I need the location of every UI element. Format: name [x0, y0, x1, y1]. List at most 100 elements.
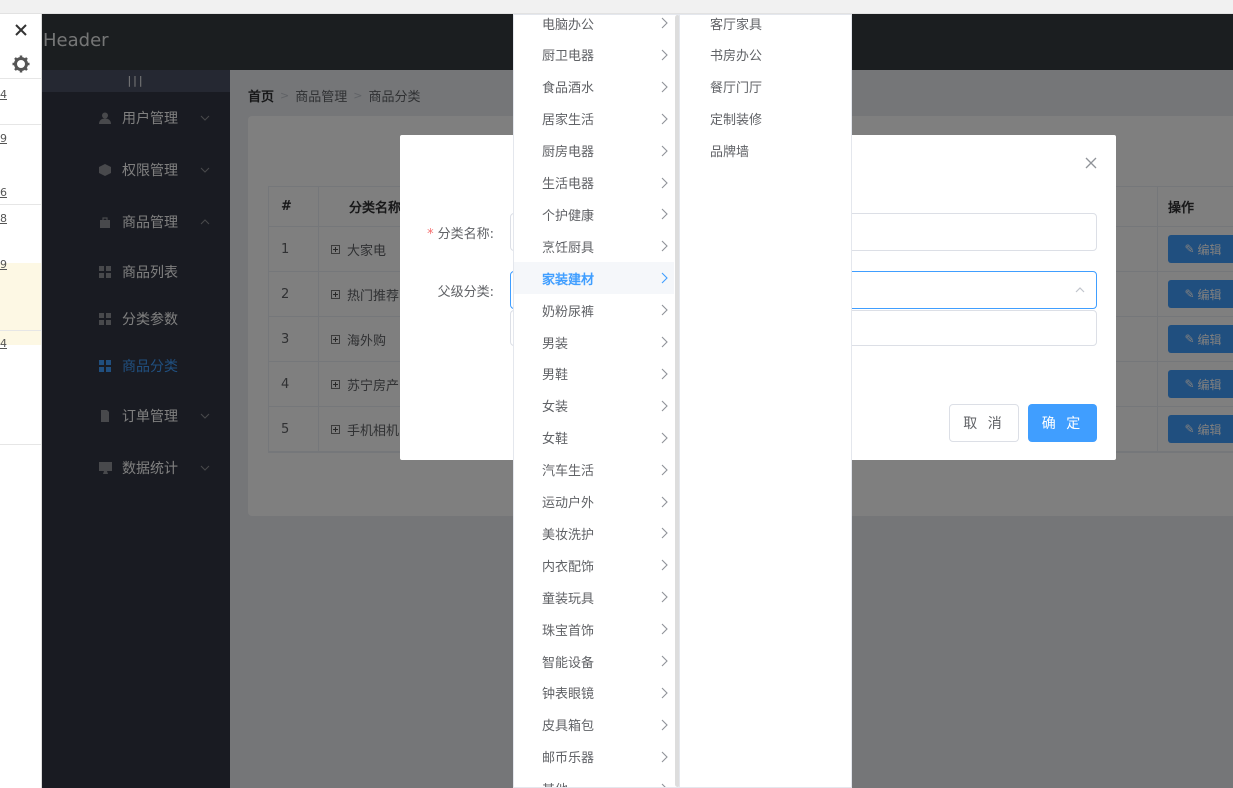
cascader-option-label: 邮币乐器 — [542, 751, 595, 767]
chevron-right-icon — [661, 783, 667, 787]
cascader-option-label: 居家生活 — [542, 113, 595, 129]
cascader-option[interactable]: 皮具箱包 — [514, 709, 674, 741]
cascader-option-label: 钟表眼镜 — [542, 687, 595, 703]
chevron-right-icon — [661, 240, 668, 252]
chevron-right-icon — [661, 400, 668, 412]
category-name-label: * 分类名称: — [427, 227, 494, 242]
chevron-right-icon — [661, 623, 668, 635]
cascader-option[interactable]: 男鞋 — [514, 358, 674, 390]
cascader-option[interactable]: 运动户外 — [514, 486, 674, 518]
chevron-right-icon — [661, 464, 668, 475]
cascader-option-label: 食品酒水 — [542, 81, 595, 97]
chevron-right-icon — [661, 751, 668, 763]
browser-top-strip — [0, 0, 1233, 14]
chevron-right-icon — [661, 719, 668, 731]
cascader-option-label: 家装建材 — [542, 272, 595, 288]
cascader-option-label: 男鞋 — [542, 368, 569, 384]
cascader-option-label: 运动户外 — [542, 496, 595, 511]
cascader-option[interactable]: 男装 — [514, 326, 674, 358]
cascader-option-label: 电脑办公 — [542, 17, 595, 33]
cascader-option[interactable]: 餐厅门厅 — [680, 71, 851, 103]
chevron-right-icon — [661, 591, 668, 603]
cascader-option-label: 客厅家具 — [710, 17, 763, 33]
cascader-option[interactable]: 美妆洗护 — [514, 517, 674, 549]
cascader-option[interactable]: 定制装修 — [680, 103, 851, 135]
chevron-right-icon — [661, 17, 668, 29]
gear-icon[interactable] — [0, 48, 41, 80]
cascader-option-label: 个护健康 — [542, 208, 595, 224]
cascader-option-label: 童装玩具 — [542, 591, 595, 607]
cascader-menu-level1: 其他 邮币乐器 皮具箱包 钟表眼镜 智能设备 珠宝首饰 童装玩具 内衣配饰 美妆洗护 运动户外 汽车… — [514, 15, 680, 787]
cascader-option[interactable]: 生活电器 — [514, 167, 674, 199]
cascader-option[interactable]: 智能设备 — [514, 645, 674, 677]
close-icon[interactable] — [0, 14, 41, 46]
cascader-option[interactable]: 品牌墙 — [680, 135, 851, 167]
panel-number: 9 — [0, 132, 7, 145]
cascader-option[interactable]: 奶粉尿裤 — [514, 294, 674, 326]
cascader-option-label: 内衣配饰 — [542, 559, 595, 575]
cascader-option[interactable]: 厨卫电器 — [514, 39, 674, 71]
cascader-option-label: 生活电器 — [542, 177, 595, 192]
cascader-option-label: 厨房电器 — [542, 145, 595, 161]
cascader-option[interactable]: 烹饪厨具 — [514, 230, 674, 262]
panel-number: 4 — [0, 88, 7, 101]
chevron-right-icon — [661, 432, 668, 444]
cascader-option-label: 奶粉尿裤 — [542, 304, 595, 320]
cascader-option[interactable]: 电脑办公 — [514, 15, 674, 39]
chevron-right-icon — [661, 496, 668, 507]
parent-category-label: 父级分类: — [437, 285, 494, 300]
cascader-option-label: 美妆洗护 — [542, 527, 595, 543]
cascader-option-label: 珠宝首饰 — [542, 623, 595, 639]
cascader-option-label: 智能设备 — [542, 655, 595, 671]
cancel-button[interactable]: 取 消 — [949, 404, 1019, 442]
chevron-right-icon — [661, 336, 668, 348]
close-icon[interactable] — [1084, 156, 1098, 170]
panel-number: 6 — [0, 186, 7, 199]
chevron-right-icon — [661, 145, 668, 156]
cascader-option[interactable]: 书房办公 — [680, 39, 851, 71]
cascader-option[interactable]: 女装 — [514, 390, 674, 422]
cascader-option[interactable]: 童装玩具 — [514, 581, 674, 613]
cascader-option-label: 定制装修 — [710, 113, 763, 129]
confirm-button[interactable]: 确 定 — [1028, 404, 1097, 442]
cascader-option[interactable]: 邮币乐器 — [514, 741, 674, 773]
cascader-option-label: 女鞋 — [542, 432, 569, 448]
cascader-option-label: 汽车生活 — [542, 464, 595, 480]
chevron-right-icon — [661, 272, 668, 284]
left-side-panel: 4 9 6 8 9 4 — [0, 14, 42, 788]
cascader-option[interactable]: 客厅家具 — [680, 7, 851, 39]
chevron-right-icon — [661, 655, 668, 667]
cascader-option[interactable]: 家装建材 — [514, 262, 674, 295]
cascader-option[interactable]: 内衣配饰 — [514, 549, 674, 581]
cascader-option[interactable]: 厨房电器 — [514, 135, 674, 167]
chevron-right-icon — [661, 81, 668, 93]
panel-number: 9 — [0, 258, 7, 271]
cascader-option-label: 品牌墙 — [710, 145, 750, 161]
chevron-right-icon — [661, 49, 668, 61]
cascader-option-label: 书房办公 — [710, 49, 763, 65]
chevron-right-icon — [661, 687, 668, 699]
chevron-right-icon — [661, 113, 668, 125]
cascader-option-label: 餐厅门厅 — [710, 81, 763, 97]
cascader-option-label: 厨卫电器 — [542, 49, 595, 65]
cascader-option-label: 烹饪厨具 — [542, 240, 595, 256]
cascader-option[interactable]: 钟表眼镜 — [514, 677, 674, 709]
chevron-right-icon — [661, 528, 668, 539]
cascader-option[interactable]: 其他 — [514, 773, 674, 787]
panel-number: 8 — [0, 212, 7, 225]
cascader-option[interactable]: 汽车生活 — [514, 454, 674, 486]
cascader-dropdown: 其他 邮币乐器 皮具箱包 钟表眼镜 智能设备 珠宝首饰 童装玩具 内衣配饰 美妆洗护 运动户外 汽车… — [513, 14, 852, 788]
chevron-right-icon — [661, 177, 668, 188]
panel-number: 4 — [0, 337, 7, 350]
chevron-right-icon — [661, 304, 668, 316]
cascader-option[interactable]: 个护健康 — [514, 198, 674, 230]
chevron-right-icon — [661, 559, 668, 571]
chevron-right-icon — [661, 368, 668, 380]
panel-highlight — [0, 263, 41, 345]
cascader-option[interactable]: 女鞋 — [514, 422, 674, 454]
cascader-option-label: 其他 — [542, 779, 568, 787]
cascader-option[interactable]: 珠宝首饰 — [514, 613, 674, 645]
cascader-option[interactable]: 居家生活 — [514, 103, 674, 135]
cascader-option[interactable]: 食品酒水 — [514, 71, 674, 103]
cascader-option-label: 女装 — [542, 400, 569, 416]
